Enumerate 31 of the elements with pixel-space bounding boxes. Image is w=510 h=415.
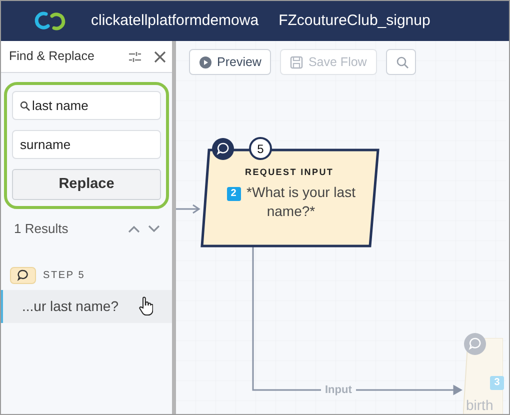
chat-bubble-icon bbox=[212, 138, 234, 160]
hand-cursor-icon bbox=[138, 296, 152, 316]
index-badge: 2 bbox=[226, 187, 241, 201]
node-text: 2 *What is your last name?* bbox=[216, 183, 366, 221]
close-icon[interactable] bbox=[154, 50, 166, 62]
flow-name[interactable]: FZcoutureClub_signup bbox=[278, 10, 430, 32]
chevron-up-icon[interactable] bbox=[128, 224, 140, 233]
chat-bubble-icon bbox=[17, 269, 29, 281]
search-button[interactable] bbox=[386, 49, 416, 75]
filter-icon[interactable] bbox=[128, 50, 142, 64]
play-icon bbox=[199, 56, 212, 68]
chat-bubble-icon bbox=[464, 333, 486, 355]
panel-title: Find & Replace bbox=[9, 48, 96, 66]
search-field[interactable]: last name bbox=[12, 91, 161, 120]
node-text: birth bbox=[466, 396, 494, 414]
edge-label: Input bbox=[321, 382, 356, 398]
search-icon bbox=[20, 101, 30, 111]
replace-button[interactable]: Replace bbox=[12, 169, 161, 200]
save-icon bbox=[290, 56, 304, 68]
index-badge: 3 bbox=[490, 376, 504, 390]
preview-button[interactable]: Preview bbox=[189, 49, 272, 75]
search-icon bbox=[396, 56, 409, 68]
search-result[interactable]: ...ur last name? bbox=[1, 290, 172, 322]
node-type: REQUEST INPUT bbox=[245, 166, 334, 179]
step-label: STEP 5 bbox=[43, 268, 86, 282]
replace-field[interactable]: surname bbox=[12, 130, 161, 159]
logo-icon bbox=[33, 10, 67, 32]
chevron-down-icon[interactable] bbox=[148, 224, 160, 233]
results-count: 1 Results bbox=[14, 220, 70, 238]
connector-arrow bbox=[176, 204, 200, 214]
account-name[interactable]: clickatellplatformdemowa bbox=[91, 10, 259, 32]
